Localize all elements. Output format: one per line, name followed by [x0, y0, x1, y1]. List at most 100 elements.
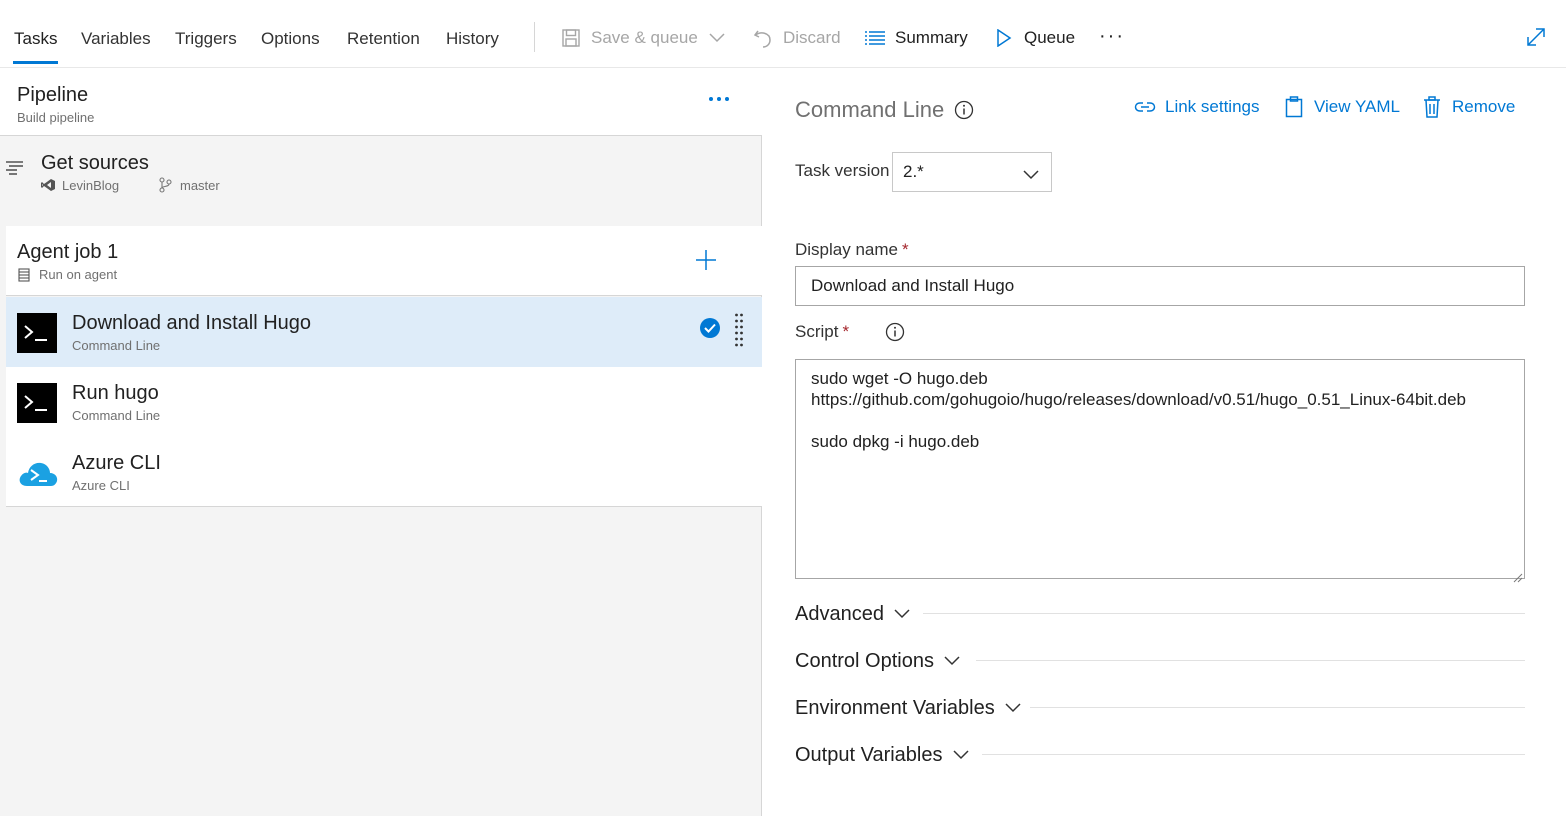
trash-icon	[1421, 96, 1443, 118]
sources-repo: LevinBlog	[62, 178, 120, 193]
toolbar-divider	[534, 22, 535, 52]
chevron-down-icon	[894, 609, 910, 619]
section-control-options[interactable]: Control Options	[795, 647, 1525, 673]
clipboard-icon	[1283, 96, 1305, 118]
section-divider	[982, 754, 1525, 755]
section-divider	[923, 613, 1525, 614]
pipeline-panel: Pipeline Build pipeline Get sources Levi…	[0, 69, 762, 816]
display-name-input[interactable]: Download and Install Hugo	[795, 266, 1525, 306]
link-settings-label: Link settings	[1165, 97, 1260, 116]
task-type: Command Line	[72, 338, 161, 353]
expand-icon[interactable]	[1524, 25, 1548, 49]
drag-handle-icon[interactable]	[734, 313, 744, 354]
sources-title: Get sources	[41, 152, 149, 174]
task-detail-header: Command Line	[795, 97, 974, 123]
chevron-down-icon	[1023, 165, 1039, 185]
task-version-value: 2.*	[903, 162, 924, 181]
agent-job-title: Agent job 1	[17, 241, 119, 263]
add-task-icon[interactable]	[694, 248, 718, 277]
tab-options[interactable]: Options	[261, 28, 320, 50]
chevron-down-icon	[706, 27, 728, 49]
play-icon	[993, 27, 1015, 49]
task-name: Run hugo	[72, 382, 159, 404]
pipeline-header[interactable]: Pipeline Build pipeline	[0, 69, 762, 136]
tab-triggers[interactable]: Triggers	[175, 28, 237, 50]
task-item-azure-cli[interactable]: Azure CLI Azure CLI	[6, 437, 762, 507]
task-type: Azure CLI	[72, 478, 130, 493]
script-line: sudo dpkg -i hugo.deb	[811, 432, 980, 451]
section-divider	[976, 660, 1525, 661]
save-icon	[560, 27, 582, 49]
terminal-icon	[17, 383, 57, 423]
tasks-divider	[6, 506, 762, 507]
link-settings-button[interactable]: Link settings	[1134, 96, 1260, 118]
chevron-down-icon	[952, 750, 969, 760]
task-item-run-hugo[interactable]: Run hugo Command Line	[6, 367, 762, 437]
required-marker: *	[902, 240, 909, 259]
undo-icon	[752, 27, 774, 49]
tab-variables[interactable]: Variables	[81, 28, 151, 50]
task-name: Azure CLI	[72, 452, 161, 474]
active-tab-indicator	[13, 61, 58, 64]
required-marker: *	[842, 322, 850, 341]
pipeline-subtitle: Build pipeline	[17, 110, 95, 125]
section-label: Control Options	[795, 649, 960, 673]
check-circle-icon	[699, 317, 721, 344]
info-icon[interactable]	[954, 100, 974, 120]
sources-list-icon	[5, 159, 25, 182]
get-sources-item[interactable]: Get sources LevinBlog master	[0, 137, 762, 227]
branch-icon	[158, 177, 172, 198]
remove-label: Remove	[1452, 97, 1516, 116]
sources-branch: master	[180, 178, 220, 193]
summary-button[interactable]: Summary	[864, 26, 968, 50]
remove-button[interactable]: Remove	[1421, 96, 1515, 118]
chevron-down-icon	[944, 656, 960, 666]
summary-label: Summary	[895, 28, 968, 47]
pipeline-more-icon[interactable]	[708, 91, 730, 101]
script-label: Script *	[795, 322, 850, 341]
tab-history[interactable]: History	[446, 28, 499, 50]
link-icon	[1134, 96, 1156, 118]
discard-button[interactable]: Discard	[752, 26, 841, 50]
script-textarea[interactable]: sudo wget -O hugo.deb https://github.com…	[795, 359, 1525, 583]
task-type: Command Line	[72, 408, 161, 423]
view-yaml-button[interactable]: View YAML	[1283, 96, 1400, 118]
save-queue-button[interactable]: Save & queue	[560, 26, 728, 50]
section-label: Advanced	[795, 602, 910, 626]
server-icon	[18, 268, 30, 287]
task-version-select[interactable]: 2.*	[892, 152, 1052, 192]
script-line: sudo wget -O hugo.deb	[811, 369, 988, 388]
script-info-icon[interactable]	[885, 322, 905, 347]
task-version-label: Task version	[795, 161, 890, 180]
display-name-label: Display name *	[795, 240, 909, 259]
resize-handle-icon[interactable]	[1513, 567, 1523, 583]
chevron-down-icon	[1005, 703, 1021, 713]
terminal-icon	[17, 313, 57, 353]
list-icon	[864, 27, 886, 49]
script-line: https://github.com/gohugoio/hugo/release…	[811, 390, 1466, 409]
agent-job-subtitle: Run on agent	[39, 267, 118, 282]
azure-cloud-icon	[17, 453, 58, 493]
agent-job-item[interactable]: Agent job 1 Run on agent	[6, 226, 762, 296]
task-name: Download and Install Hugo	[72, 312, 312, 334]
discard-label: Discard	[783, 28, 841, 47]
script-line	[811, 410, 1509, 431]
section-advanced[interactable]: Advanced	[795, 600, 1525, 626]
queue-button[interactable]: Queue	[993, 26, 1075, 50]
pipeline-title: Pipeline	[17, 84, 89, 106]
view-yaml-label: View YAML	[1314, 97, 1400, 116]
tab-retention[interactable]: Retention	[347, 28, 420, 50]
top-toolbar: Tasks Variables Triggers Options Retenti…	[0, 0, 1566, 68]
tab-tasks[interactable]: Tasks	[14, 28, 57, 50]
section-label: Output Variables	[795, 743, 969, 767]
task-item-download-install-hugo[interactable]: Download and Install Hugo Command Line	[6, 297, 762, 367]
visual-studio-icon	[40, 178, 56, 197]
task-detail-title: Command Line	[795, 97, 945, 122]
section-divider	[1030, 707, 1525, 708]
section-label: Environment Variables	[795, 696, 1021, 720]
task-details-panel: Command Line Link settings View YAML Rem…	[763, 69, 1566, 816]
section-environment-variables[interactable]: Environment Variables	[795, 694, 1525, 720]
more-actions-button[interactable]: ···	[1099, 24, 1125, 48]
section-output-variables[interactable]: Output Variables	[795, 741, 1525, 767]
queue-label: Queue	[1024, 28, 1076, 47]
